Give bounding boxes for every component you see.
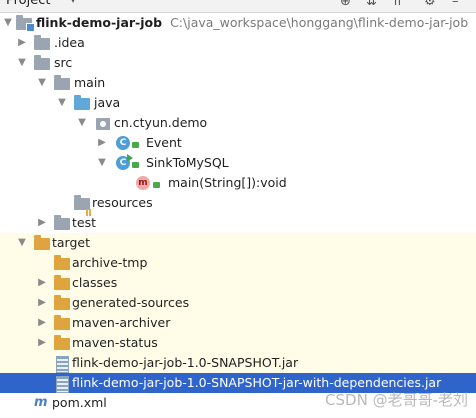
chevron-right-icon[interactable]: ▶ — [36, 273, 48, 293]
excluded-folder-icon — [54, 255, 70, 270]
method-label: main(String[]):void — [168, 175, 287, 190]
source-folder-icon — [74, 95, 90, 110]
excluded-folder-icon — [54, 335, 70, 350]
tree-node-test[interactable]: ▶ test — [0, 213, 476, 233]
src-label: src — [54, 55, 73, 70]
main-label: main — [74, 75, 106, 90]
classes-label: classes — [72, 275, 118, 290]
folder-icon — [34, 55, 50, 70]
event-label: Event — [146, 135, 182, 150]
excluded-folder-icon — [54, 315, 70, 330]
tree-node-archive-tmp[interactable]: archive-tmp — [0, 253, 476, 273]
chevron-right-icon[interactable]: ▶ — [16, 33, 28, 53]
chevron-right-icon[interactable]: ▶ — [36, 333, 48, 353]
chevron-down-icon[interactable]: ▼ — [2, 13, 14, 33]
folder-icon — [54, 75, 70, 90]
folder-icon — [34, 35, 50, 50]
tree-node-main[interactable]: ▼ main — [0, 73, 476, 93]
chevron-down-icon[interactable]: ▼ — [76, 113, 88, 133]
archive-tmp-label: archive-tmp — [72, 255, 148, 270]
excluded-folder-icon — [54, 295, 70, 310]
runnable-class-icon: C — [116, 154, 133, 170]
tree-node-resources[interactable]: resources — [0, 193, 476, 216]
root-label: flink-demo-jar-job C:\java_workspace\hong… — [36, 13, 468, 33]
module-folder-icon — [16, 15, 35, 32]
resources-label: resources — [92, 195, 153, 210]
tree-node-package[interactable]: ▼ cn.ctyun.demo — [0, 113, 476, 133]
hide-icon[interactable]: – — [452, 0, 459, 9]
tree-node-maven-status[interactable]: ▶ maven-status — [0, 333, 476, 353]
method-icon: m — [136, 176, 150, 190]
chevron-down-icon[interactable]: ▾ — [70, 0, 76, 6]
chevron-down-icon[interactable]: ▼ — [16, 53, 28, 73]
idea-label: .idea — [54, 35, 85, 50]
locate-icon[interactable]: ⊕ — [340, 0, 351, 9]
chevron-down-icon[interactable]: ▼ — [36, 73, 48, 93]
generated-sources-label: generated-sources — [72, 295, 190, 310]
chevron-down-icon[interactable]: ▼ — [56, 93, 68, 113]
jar-label: flink-demo-jar-job-1.0-SNAPSHOT.jar — [72, 355, 299, 370]
tree-node-root[interactable]: ▼ flink-demo-jar-job C:\java_workspace\ho… — [0, 13, 476, 33]
sink-label: SinkToMySQL — [146, 155, 229, 170]
maven-archiver-label: maven-archiver — [72, 315, 171, 330]
lock-icon — [132, 142, 139, 148]
lock-icon — [153, 182, 160, 188]
jar-file-icon — [56, 376, 69, 393]
resources-folder-icon — [74, 195, 92, 216]
tree-node-sinktomysql[interactable]: ▼ C SinkToMySQL — [0, 153, 476, 173]
java-label: java — [94, 95, 121, 110]
tree-node-classes[interactable]: ▶ classes — [0, 273, 476, 293]
lock-icon — [132, 162, 139, 168]
maven-status-label: maven-status — [72, 335, 158, 350]
test-label: test — [72, 215, 97, 230]
maven-icon: m — [34, 395, 48, 410]
project-tool-window-header: Project ▾ ⊕ ⇊ ⇈ ⚙ – — [0, 0, 476, 13]
target-label: target — [52, 235, 91, 250]
package-icon — [96, 118, 110, 130]
chevron-right-icon[interactable]: ▶ — [96, 133, 108, 153]
tree-node-target[interactable]: ▼ target — [0, 233, 476, 253]
tree-node-main-method[interactable]: m main(String[]):void — [0, 173, 476, 193]
watermark: CSDN @老哥哥-老刘 — [325, 391, 468, 409]
chevron-down-icon[interactable]: ▼ — [96, 153, 108, 173]
pom-label: pom.xml — [52, 395, 107, 410]
chevron-right-icon[interactable]: ▶ — [36, 213, 48, 233]
root-path: C:\java_workspace\honggang\flink-demo-ja… — [170, 15, 469, 30]
jar-file-icon — [56, 356, 69, 373]
tree-node-idea[interactable]: ▶ .idea — [0, 33, 476, 53]
chevron-right-icon[interactable]: ▶ — [36, 313, 48, 333]
tree-node-event[interactable]: ▶ C Event — [0, 133, 476, 153]
tree-node-jar[interactable]: flink-demo-jar-job-1.0-SNAPSHOT.jar — [0, 353, 476, 373]
package-label: cn.ctyun.demo — [114, 115, 208, 130]
gear-icon[interactable]: ⚙ — [424, 0, 436, 9]
class-icon: C — [116, 136, 130, 150]
collapse-all-icon[interactable]: ⇊ — [366, 0, 377, 9]
excluded-folder-icon — [34, 235, 50, 250]
tree-node-maven-archiver[interactable]: ▶ maven-archiver — [0, 313, 476, 333]
project-view-title[interactable]: Project — [6, 0, 50, 8]
chevron-right-icon[interactable]: ▶ — [36, 293, 48, 313]
tree-node-java[interactable]: ▼ java — [0, 93, 476, 113]
tree-node-src[interactable]: ▼ src — [0, 53, 476, 73]
chevron-down-icon[interactable]: ▼ — [16, 233, 28, 253]
expand-all-icon[interactable]: ⇈ — [392, 0, 403, 9]
excluded-folder-icon — [54, 275, 70, 290]
tree-node-generated-sources[interactable]: ▶ generated-sources — [0, 293, 476, 313]
folder-icon — [54, 215, 70, 230]
root-name: flink-demo-jar-job — [36, 15, 163, 30]
